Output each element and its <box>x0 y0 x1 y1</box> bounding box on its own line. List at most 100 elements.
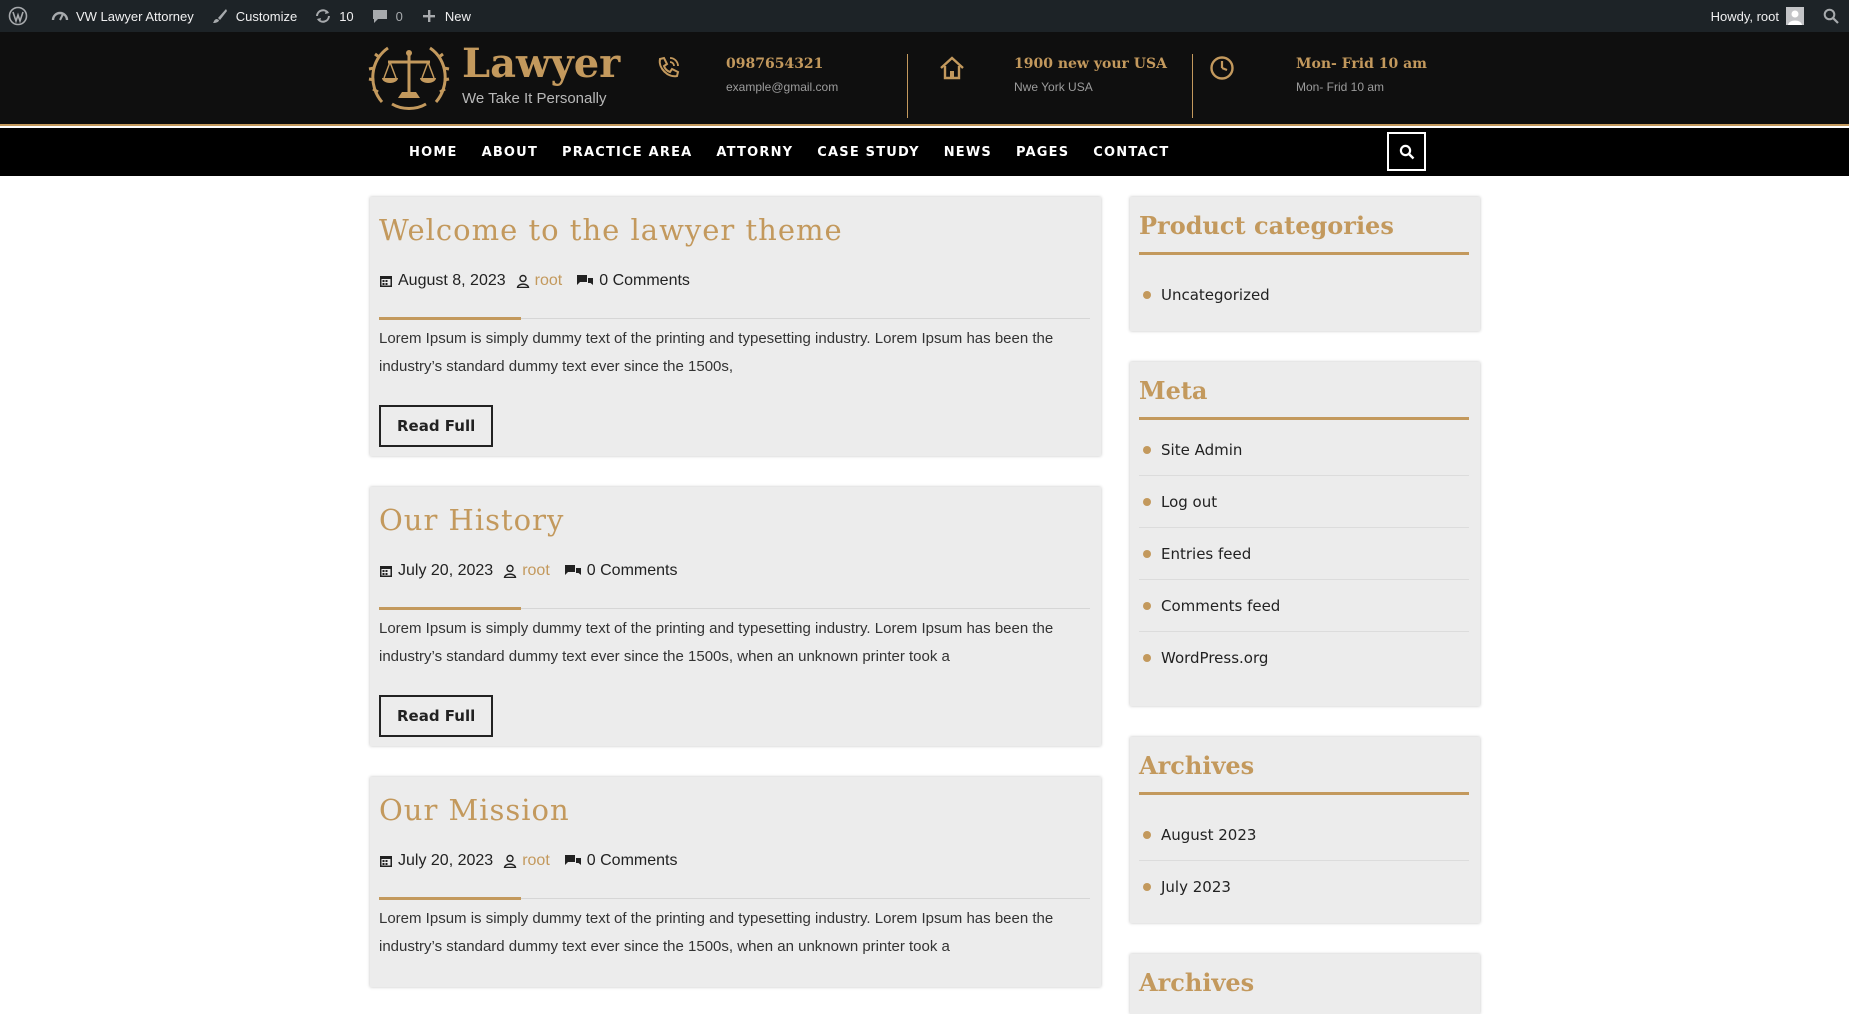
post-excerpt: Lorem Ipsum is simply dummy text of the … <box>379 620 1054 665</box>
post-divider-accent <box>379 607 521 610</box>
my-account-link[interactable]: Howdy, root <box>1703 0 1813 32</box>
plus-icon <box>419 6 439 26</box>
list-item[interactable]: WordPress.org <box>1139 632 1469 684</box>
widget-title: Archives <box>1139 751 1255 780</box>
nav-contact[interactable]: CONTACT <box>1093 145 1169 160</box>
header-divider <box>907 54 908 118</box>
nav-about[interactable]: ABOUT <box>482 145 538 160</box>
header-divider <box>1192 54 1193 118</box>
post-comments[interactable]: 0 Comments <box>587 852 678 870</box>
phone-number[interactable]: 0987654321 <box>726 56 838 72</box>
widget-title-underline <box>1139 252 1469 255</box>
list-item-label: Uncategorized <box>1161 286 1270 304</box>
post-meta: July 20, 2023 root 0 Comments <box>379 852 677 870</box>
post-date[interactable]: July 20, 2023 <box>398 562 493 580</box>
post-card: Our Mission July 20, 2023 root 0 Comment… <box>370 777 1101 987</box>
post-excerpt: Lorem Ipsum is simply dummy text of the … <box>379 330 1054 375</box>
post-date[interactable]: July 20, 2023 <box>398 852 493 870</box>
brand[interactable]: Lawyer We Take It Personally <box>368 42 620 112</box>
widget-meta: Meta Site Admin Log out Entries feed Com… <box>1130 362 1480 706</box>
nav-attorny[interactable]: ATTORNY <box>716 145 793 160</box>
search-icon <box>1821 6 1841 26</box>
post-divider-accent <box>379 897 521 900</box>
search-icon <box>1399 144 1414 159</box>
post-title[interactable]: Welcome to the lawyer theme <box>379 213 843 247</box>
customize-label: Customize <box>235 8 298 24</box>
bullet-dot <box>1143 497 1151 506</box>
post-date[interactable]: August 8, 2023 <box>398 272 506 290</box>
post-divider-accent <box>379 317 521 320</box>
comments-icon <box>564 564 582 578</box>
user-icon <box>503 564 517 578</box>
post-card: Our History July 20, 2023 root 0 Comment… <box>370 487 1101 746</box>
email-address[interactable]: example@gmail.com <box>726 80 838 94</box>
wordpress-icon <box>8 6 28 26</box>
nav-practice-area[interactable]: PRACTICE AREA <box>562 145 692 160</box>
read-full-button[interactable]: Read Full <box>379 405 494 447</box>
widget-list: August 2023 July 2023 <box>1139 809 1469 913</box>
list-item[interactable]: July 2023 <box>1139 861 1469 913</box>
bullet-dot <box>1143 654 1151 662</box>
list-item-label: Site Admin <box>1161 440 1243 459</box>
calendar-icon <box>379 564 393 578</box>
list-item[interactable]: Entries feed <box>1139 528 1469 580</box>
post-comments[interactable]: 0 Comments <box>587 562 678 580</box>
comments-icon <box>564 854 582 868</box>
wp-logo-menu[interactable] <box>0 0 42 32</box>
widget-title-underline <box>1139 792 1469 795</box>
site-name-link[interactable]: VW Lawyer Attorney <box>42 0 202 32</box>
admin-search-button[interactable] <box>1813 0 1849 32</box>
address-line: 1900 new your USA <box>1014 56 1167 72</box>
list-item[interactable]: Uncategorized <box>1139 269 1469 321</box>
list-item-label: August 2023 <box>1161 825 1257 844</box>
widget-product-categories: Product categories Uncategorized <box>1130 197 1480 331</box>
post-title[interactable]: Our Mission <box>379 793 570 827</box>
admin-bar: VW Lawyer Attorney Customize 10 0 New Ho… <box>0 0 1849 32</box>
post-title[interactable]: Our History <box>379 503 564 537</box>
widget-title: Product categories <box>1139 211 1394 240</box>
site-search-button[interactable] <box>1387 132 1426 171</box>
post-meta: July 20, 2023 root 0 Comments <box>379 562 677 580</box>
home-icon <box>940 56 964 80</box>
post-comments[interactable]: 0 Comments <box>599 272 690 290</box>
post-author[interactable]: root <box>522 852 550 870</box>
list-item[interactable]: August 2023 <box>1139 809 1469 861</box>
site-title[interactable]: Lawyer <box>462 42 620 86</box>
read-full-button[interactable]: Read Full <box>379 695 494 737</box>
list-item[interactable]: Log out <box>1139 476 1469 528</box>
contact-address: 1900 new your USA Nwe York USA <box>938 50 1167 94</box>
list-item-label: Entries feed <box>1161 544 1252 563</box>
opening-hours: Mon- Frid 10 am Mon- Frid 10 am <box>1208 50 1427 94</box>
widget-next: Archives <box>1130 954 1480 1014</box>
updates-icon <box>313 6 333 26</box>
bullet-dot <box>1143 883 1151 891</box>
contact-phone: 0987654321 example@gmail.com <box>654 50 838 94</box>
list-item-label: Log out <box>1161 492 1218 511</box>
bullet-dot <box>1143 291 1151 299</box>
new-content-link[interactable]: New <box>411 0 479 32</box>
updates-count: 10 <box>339 8 354 24</box>
list-item-label: WordPress.org <box>1161 649 1269 667</box>
bullet-dot <box>1143 601 1151 610</box>
nav-news[interactable]: NEWS <box>944 145 992 160</box>
nav-pages[interactable]: PAGES <box>1016 145 1069 160</box>
widget-archives: Archives August 2023 July 2023 <box>1130 737 1480 923</box>
post-author[interactable]: root <box>535 272 563 290</box>
post-card: Welcome to the lawyer theme August 8, 20… <box>370 197 1101 456</box>
nav-home[interactable]: HOME <box>409 145 458 160</box>
updates-link[interactable]: 10 <box>305 0 361 32</box>
hours-line: Mon- Frid 10 am <box>1296 56 1427 72</box>
site-tagline: We Take It Personally <box>462 90 607 107</box>
post-author[interactable]: root <box>522 562 550 580</box>
calendar-icon <box>379 274 393 288</box>
list-item[interactable]: Site Admin <box>1139 424 1469 476</box>
address-sub: Nwe York USA <box>1014 80 1093 94</box>
list-item[interactable]: Comments feed <box>1139 580 1469 632</box>
customize-link[interactable]: Customize <box>202 0 305 32</box>
nav-case-study[interactable]: CASE STUDY <box>817 145 919 160</box>
post-excerpt: Lorem Ipsum is simply dummy text of the … <box>379 910 1054 955</box>
comments-count: 0 <box>395 8 403 24</box>
main-nav: HOME ABOUT PRACTICE AREA ATTORNY CASE ST… <box>0 128 1849 176</box>
comments-link[interactable]: 0 <box>362 0 411 32</box>
brush-icon <box>210 6 230 26</box>
